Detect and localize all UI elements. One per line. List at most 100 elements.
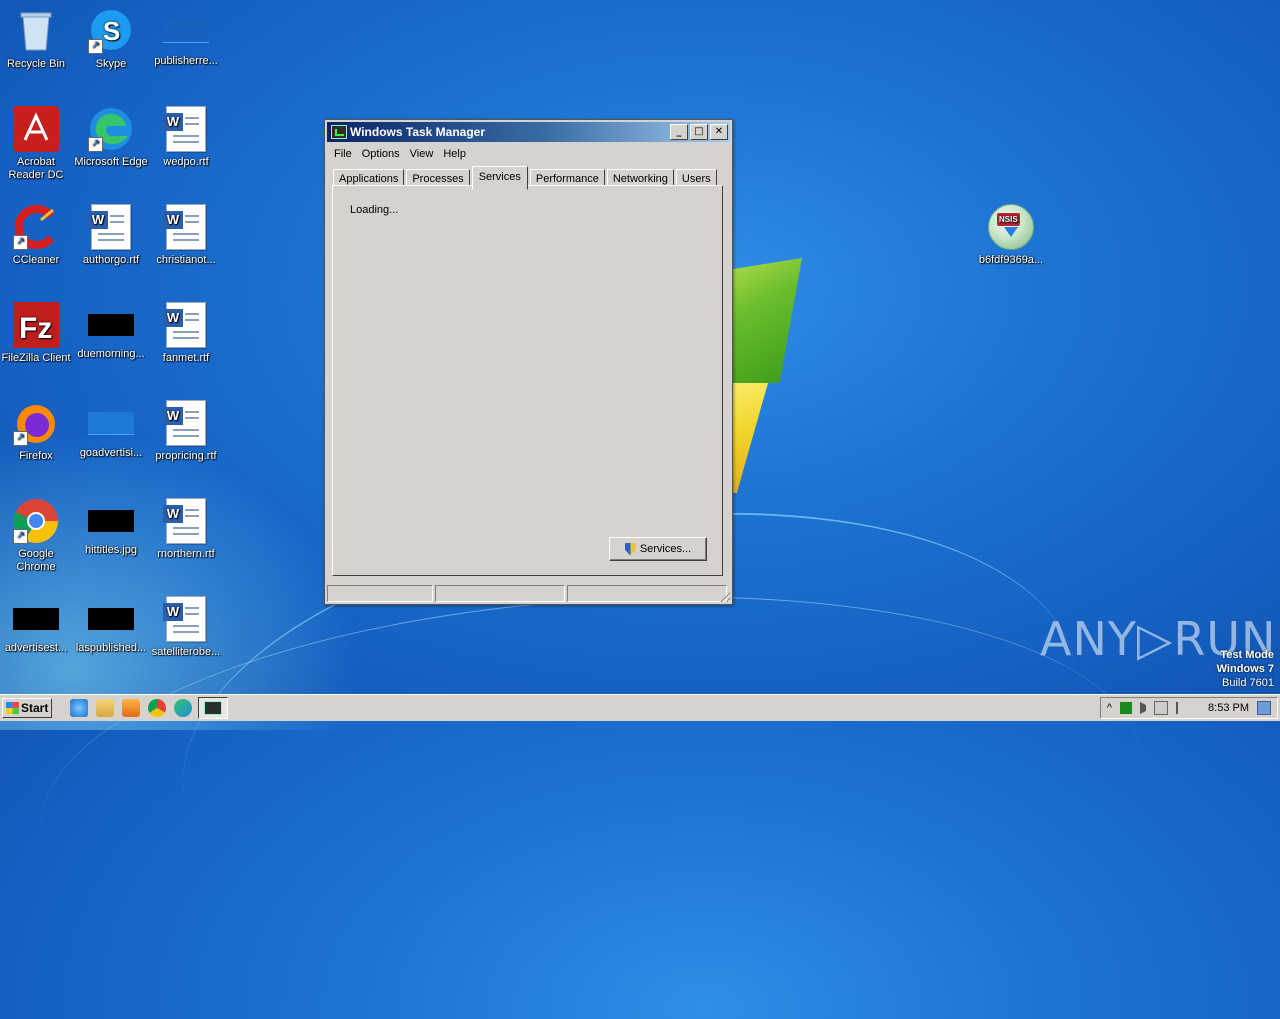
file-thumbnail-icon <box>88 314 134 336</box>
close-button[interactable]: ✕ <box>710 124 728 140</box>
loading-text: Loading... <box>350 204 399 216</box>
desktop-icon-label: wedpo.rtf <box>163 156 209 168</box>
skype-icon: S ↗ <box>88 8 134 54</box>
maximize-button[interactable]: □ <box>690 124 708 140</box>
internet-explorer-icon[interactable] <box>70 699 88 717</box>
chrome-taskbar-icon[interactable] <box>148 699 166 717</box>
desktop-icon-fanmet[interactable]: W fanmet.rtf <box>148 302 224 365</box>
tab-services[interactable]: Services <box>471 166 528 190</box>
action-center-flag-icon[interactable] <box>1176 702 1190 714</box>
desktop-icon-christianot[interactable]: W christianot... <box>148 204 224 267</box>
desktop-icon-duemorning[interactable]: duemorning... <box>73 302 149 361</box>
file-thumbnail-icon <box>13 608 59 630</box>
desktop-icon-b6fdf9369a[interactable]: NSIS b6fdf9369a... <box>973 204 1049 267</box>
desktop-icon-authorgo[interactable]: W authorgo.rtf <box>73 204 149 267</box>
chrome-icon: ↗ <box>13 498 59 544</box>
word-document-icon: W <box>163 498 209 544</box>
desktop-icon-label: laspublished... <box>75 642 147 654</box>
test-mode-line: Build 7601 <box>1222 677 1274 689</box>
desktop-icon-goadvertisi[interactable]: goadvertisi... <box>73 400 149 460</box>
window-title: Windows Task Manager <box>350 125 486 139</box>
word-document-icon: W <box>163 596 209 642</box>
word-document-icon: W <box>163 106 209 152</box>
task-manager-icon <box>331 125 347 139</box>
svg-text:S: S <box>103 16 120 46</box>
services-button[interactable]: Services... <box>609 537 707 561</box>
shortcut-arrow-icon: ↗ <box>13 529 28 544</box>
desktop-icon-acrobat[interactable]: Acrobat Reader DC <box>0 106 74 182</box>
desktop-icon-ccleaner[interactable]: ↗ CCleaner <box>0 204 74 267</box>
desktop-icon-label: authorgo.rtf <box>82 254 140 266</box>
desktop-icon-label: Google Chrome <box>16 548 56 573</box>
desktop-icon-label: goadvertisi... <box>79 447 143 459</box>
status-cell <box>435 585 565 602</box>
volume-icon[interactable] <box>1140 702 1147 714</box>
menu-help[interactable]: Help <box>438 148 471 160</box>
desktop-icon-skype[interactable]: S ↗ Skype <box>73 8 149 71</box>
desktop-icon-chrome[interactable]: ↗ Google Chrome <box>0 498 74 574</box>
desktop-icon-firefox[interactable]: ↗ Firefox <box>0 400 74 463</box>
desktop-icon-label: FileZilla Client <box>1 352 71 364</box>
taskbar-task-manager[interactable] <box>198 697 228 719</box>
status-cell <box>567 585 727 602</box>
word-document-icon: W <box>163 400 209 446</box>
edge-icon: ↗ <box>88 106 134 152</box>
show-desktop-icon[interactable] <box>1257 701 1271 715</box>
svg-text:Fz: Fz <box>19 312 52 345</box>
desktop-icon-label: advertisest... <box>4 642 68 654</box>
desktop-icon-advertisest[interactable]: advertisest... <box>0 596 74 655</box>
edge-taskbar-icon[interactable] <box>174 699 192 717</box>
test-mode-line: Windows 7 <box>1216 663 1274 675</box>
desktop-icon-recycle-bin[interactable]: Recycle Bin <box>0 8 74 71</box>
file-thumbnail-icon <box>88 510 134 532</box>
shortcut-arrow-icon: ↗ <box>88 137 103 152</box>
acrobat-icon <box>13 106 59 152</box>
desktop-icon-label: Firefox <box>19 450 53 462</box>
start-button[interactable]: Start <box>2 698 52 718</box>
filezilla-icon: Fz <box>13 302 59 348</box>
desktop-icon-label: propricing.rtf <box>155 450 217 462</box>
clock[interactable]: 8:53 PM <box>1208 702 1249 714</box>
test-mode-line: Test Mode <box>1220 649 1274 661</box>
desktop-icon-publisherre[interactable]: publisherre... <box>148 8 224 68</box>
minimize-button[interactable]: _ <box>670 124 688 140</box>
file-thumbnail-icon <box>163 20 209 43</box>
desktop-icon-label: rnorthern.rtf <box>157 548 215 560</box>
desktop-icon-label: hittitles.jpg <box>85 544 137 556</box>
tray-app-icon[interactable] <box>1120 702 1133 714</box>
desktop-icon-label: Microsoft Edge <box>74 156 148 168</box>
desktop-icon-propricing[interactable]: W propricing.rtf <box>148 400 224 463</box>
desktop-icon-edge[interactable]: ↗ Microsoft Edge <box>73 106 149 169</box>
desktop-icon-filezilla[interactable]: Fz FileZilla Client <box>0 302 74 365</box>
shortcut-arrow-icon: ↗ <box>88 39 103 54</box>
desktop-icon-hittitles[interactable]: hittitles.jpg <box>73 498 149 557</box>
menu-bar: File Options View Help <box>325 144 732 164</box>
desktop-icon-wedpo[interactable]: W wedpo.rtf <box>148 106 224 169</box>
menu-file[interactable]: File <box>329 148 357 160</box>
desktop-icon-rnorthern[interactable]: W rnorthern.rtf <box>148 498 224 561</box>
desktop-icon-laspublished[interactable]: laspublished... <box>73 596 149 655</box>
menu-options[interactable]: Options <box>357 148 405 160</box>
desktop-icon-label: Skype <box>95 58 127 70</box>
network-icon[interactable] <box>1154 701 1169 715</box>
window-titlebar[interactable]: Windows Task Manager _ □ ✕ <box>327 122 730 142</box>
file-thumbnail-icon <box>88 608 134 630</box>
explorer-folder-icon[interactable] <box>96 699 114 717</box>
desktop-icon-label: christianot... <box>156 254 216 266</box>
tray-expand-icon[interactable]: ^ <box>1107 702 1112 714</box>
desktop-icon-satelliterobe[interactable]: W satelliterobe... <box>148 596 224 659</box>
task-manager-window[interactable]: Windows Task Manager _ □ ✕ File Options … <box>324 119 733 605</box>
test-mode-label: Test Mode Windows 7 Build 7601 <box>1217 648 1274 690</box>
shortcut-arrow-icon: ↗ <box>13 431 28 446</box>
status-cell <box>327 585 433 602</box>
desktop-icon-label: fanmet.rtf <box>162 352 210 364</box>
start-label: Start <box>21 701 49 715</box>
menu-view[interactable]: View <box>405 148 439 160</box>
task-manager-icon <box>204 701 222 715</box>
word-document-icon: W <box>163 204 209 250</box>
uac-shield-icon <box>624 542 636 556</box>
services-panel: Loading... Services... <box>332 185 723 576</box>
media-player-icon[interactable] <box>122 699 140 717</box>
desktop-icon-label: Acrobat Reader DC <box>8 156 64 181</box>
taskbar: Start ^ 8:53 PM <box>0 694 1280 721</box>
